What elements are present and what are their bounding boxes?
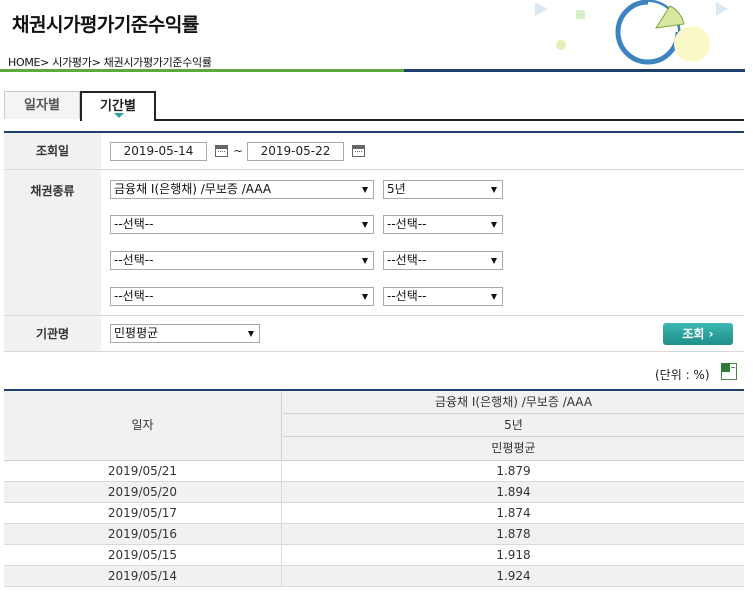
end-calendar-icon[interactable]: [352, 145, 365, 157]
start-calendar-icon[interactable]: [215, 145, 228, 157]
table-row: 2019/05/15 1.918: [4, 545, 744, 566]
header-decoration-graphic: [535, 0, 728, 65]
bond-type-row: 채권종류 금융채 I(은행채) /무보증 /AAA 5년 --선택-- --선택…: [4, 170, 744, 316]
chevron-down-icon: [362, 222, 368, 228]
chevron-down-icon: [491, 294, 497, 300]
date-column-header: 일자: [4, 391, 282, 460]
chevron-down-icon: [491, 187, 497, 193]
chevron-down-icon: [491, 222, 497, 228]
institution-column-header: 민평평균: [491, 441, 536, 455]
table-row: 2019/05/14 1.924: [4, 566, 744, 587]
term-select-1-value: 5년: [387, 182, 406, 196]
table-row: 2019/05/17 1.874: [4, 503, 744, 524]
breadcrumb: HOME> 시가평가> 채권시가평가기준수익률: [8, 56, 212, 69]
row-date: 2019/05/21: [4, 461, 282, 481]
bond-type-label: 채권종류: [4, 170, 101, 315]
date-row: 조회일 2019-05-14 ~ 2019-05-22: [4, 133, 744, 170]
row-date: 2019/05/20: [4, 482, 282, 502]
institution-label: 기관명: [4, 316, 101, 351]
row-value: 1.878: [496, 527, 531, 541]
tab-baseline: [156, 119, 744, 121]
bond-type-select-1-value: 금융채 I(은행채) /무보증 /AAA: [114, 182, 272, 196]
row-date: 2019/05/16: [4, 524, 282, 544]
bond-type-select-2[interactable]: --선택--: [110, 215, 374, 234]
term-select-2-value: --선택--: [387, 217, 427, 231]
term-select-1[interactable]: 5년: [383, 180, 503, 199]
term-select-3-value: --선택--: [387, 253, 427, 267]
row-value: 1.874: [496, 506, 531, 520]
bond-type-select-1[interactable]: 금융채 I(은행채) /무보증 /AAA: [110, 180, 374, 199]
table-row: 2019/05/16 1.878: [4, 524, 744, 545]
bond-type-select-3[interactable]: --선택--: [110, 251, 374, 270]
view-tabs: 일자별 기간별: [4, 91, 744, 121]
row-value: 1.879: [496, 464, 531, 478]
tab-period[interactable]: 기간별: [80, 91, 156, 121]
active-tab-indicator-icon: [114, 113, 124, 118]
tab-daily[interactable]: 일자별: [4, 91, 80, 119]
row-value: 1.924: [496, 569, 531, 583]
term-select-4[interactable]: --선택--: [383, 287, 503, 306]
page-header: 채권시가평가기준수익률 HOME> 시가평가> 채권시가평가기준수익률: [0, 0, 753, 73]
term-column-header: 5년: [283, 414, 744, 437]
term-select-3[interactable]: --선택--: [383, 251, 503, 270]
bond-type-select-2-value: --선택--: [114, 217, 154, 231]
term-select-2[interactable]: --선택--: [383, 215, 503, 234]
row-date: 2019/05/15: [4, 545, 282, 565]
table-row: 2019/05/21 1.879: [4, 461, 744, 482]
row-value: 1.918: [496, 548, 531, 562]
yield-table: 일자 금융채 I(은행채) /무보증 /AAA 5년 민평평균 2019/05/…: [4, 389, 744, 587]
row-date: 2019/05/17: [4, 503, 282, 523]
row-date: 2019/05/14: [4, 566, 282, 586]
date-label: 조회일: [4, 133, 101, 169]
search-button[interactable]: 조회 ›: [663, 323, 733, 345]
table-header: 일자 금융채 I(은행채) /무보증 /AAA 5년 민평평균: [4, 391, 744, 461]
chevron-down-icon: [362, 187, 368, 193]
start-date-input[interactable]: 2019-05-14: [110, 142, 207, 161]
bond-type-select-4[interactable]: --선택--: [110, 287, 374, 306]
institution-select[interactable]: 민평평균: [110, 324, 260, 343]
term-select-4-value: --선택--: [387, 289, 427, 303]
bond-column-header: 금융채 I(은행채) /무보증 /AAA: [283, 391, 744, 414]
chevron-down-icon: [362, 294, 368, 300]
table-row: 2019/05/20 1.894: [4, 482, 744, 503]
chevron-down-icon: [248, 331, 254, 337]
institution-select-value: 민평평균: [114, 326, 159, 340]
institution-row: 기관명 민평평균 조회 ›: [4, 316, 744, 352]
unit-label: (단위 : %): [655, 368, 710, 382]
bond-type-select-4-value: --선택--: [114, 289, 154, 303]
tab-period-label: 기간별: [100, 99, 136, 114]
bond-type-select-3-value: --선택--: [114, 253, 154, 267]
header-divider: [0, 69, 745, 73]
row-value: 1.894: [496, 485, 531, 499]
date-range-tilde: ~: [233, 144, 244, 158]
end-date-input[interactable]: 2019-05-22: [247, 142, 344, 161]
search-form: 조회일 2019-05-14 ~ 2019-05-22 채권종류 금융채 I(은…: [4, 131, 744, 352]
chevron-down-icon: [362, 258, 368, 264]
chevron-down-icon: [491, 258, 497, 264]
page-title: 채권시가평가기준수익률: [12, 14, 199, 36]
excel-download-icon[interactable]: [721, 363, 737, 380]
